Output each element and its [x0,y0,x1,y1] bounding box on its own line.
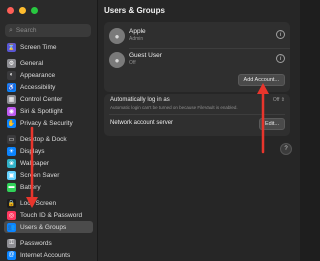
users-card: ● Apple Admin i ● Guest User Off i Add A… [104,22,290,92]
sidebar-item-label: Screen Saver [20,171,60,179]
search-field[interactable]: ⌕ Search [5,24,91,37]
control-center-icon: ▦ [7,94,16,104]
dock-icon: ▭ [7,134,16,144]
sidebar-item-label: Siri & Spotlight [20,107,63,115]
add-account-button[interactable]: Add Account... [237,74,285,86]
sidebar-item-label: Desktop & Dock [20,135,67,143]
page-title: Users & Groups [104,6,165,15]
avatar: ● [109,52,125,68]
auto-login-label: Automatically log in as [110,97,170,103]
fingerprint-icon: ◎ [7,210,16,220]
edit-button[interactable]: Edit... [258,118,285,130]
sidebar-item-label: Appearance [20,71,56,79]
wallpaper-icon: ❀ [7,158,16,168]
sidebar-item-screen-time[interactable]: ⌛ Screen Time [4,41,93,53]
info-icon[interactable]: i [276,54,285,63]
sidebar-item-lock-screen[interactable]: 🔒 Lock Screen [4,197,93,209]
zoom-button[interactable] [31,7,38,14]
user-name: Apple [129,28,146,35]
user-name: Guest User [129,52,162,59]
at-icon: @ [7,250,16,260]
sidebar-item-screen-saver[interactable]: ▣ Screen Saver [4,169,93,181]
sidebar-item-label: General [20,59,44,67]
window-controls [7,7,38,14]
appearance-icon: ◐ [7,70,16,80]
accessibility-icon: ♿ [7,82,16,92]
user-row-guest[interactable]: ● Guest User Off i [104,49,290,71]
user-role: Off [129,60,136,66]
battery-icon: ▬ [7,182,16,192]
chevron-updown-icon: ⇕ [280,97,285,103]
siri-icon: ◉ [7,106,16,116]
sidebar-item-label: Users & Groups [20,223,67,231]
sidebar-item-passwords[interactable]: ⚿ Passwords [4,237,93,249]
key-icon: ⚿ [7,238,16,248]
display-icon: ☀ [7,146,16,156]
search-placeholder: Search [15,27,37,34]
close-button[interactable] [7,7,14,14]
gear-icon: ⚙ [7,58,16,68]
sidebar-item-label: Screen Time [20,43,57,51]
auto-login-note: Automatic login can't be turned on becau… [110,105,238,110]
sidebar-item-internet-accounts[interactable]: @ Internet Accounts [4,249,93,261]
minimize-button[interactable] [19,7,26,14]
sidebar-item-privacy-security[interactable]: ✋ Privacy & Security [4,117,93,129]
divider [109,114,285,115]
sidebar-item-general[interactable]: ⚙ General [4,57,93,69]
sidebar-item-label: Displays [20,147,45,155]
sidebar: ⌕ Search ⌛ Screen Time ⚙ General ◐ Appearance… [0,0,98,261]
sidebar-item-label: Battery [20,183,41,191]
sidebar-item-accessibility[interactable]: ♿ Accessibility [4,81,93,93]
sidebar-item-touch-id-password[interactable]: ◎ Touch ID & Password [4,209,93,221]
login-options-card: Automatically log in as Automatic login … [104,94,290,136]
sidebar-item-siri-spotlight[interactable]: ◉ Siri & Spotlight [4,105,93,117]
sidebar-item-displays[interactable]: ☀ Displays [4,145,93,157]
sidebar-item-label: Lock Screen [20,199,57,207]
help-button[interactable]: ? [280,143,292,155]
sidebar-item-wallpaper[interactable]: ❀ Wallpaper [4,157,93,169]
system-settings-window: ⌕ Search ⌛ Screen Time ⚙ General ◐ Appearance… [0,0,300,261]
network-server-label: Network account server [110,120,174,126]
sidebar-item-label: Privacy & Security [20,119,73,127]
info-icon[interactable]: i [276,30,285,39]
sidebar-item-battery[interactable]: ▬ Battery [4,181,93,193]
users-icon: 👥 [7,222,16,232]
sidebar-item-control-center[interactable]: ▦ Control Center [4,93,93,105]
sidebar-item-label: Passwords [20,239,52,247]
hand-icon: ✋ [7,118,16,128]
main-pane: Users & Groups ● Apple Admin i ● Guest U… [98,0,300,261]
auto-login-select[interactable]: Off ⇕ [273,97,285,103]
sidebar-item-desktop-dock[interactable]: ▭ Desktop & Dock [4,133,93,145]
auto-login-value: Off [272,97,280,103]
avatar: ● [109,28,125,44]
sidebar-item-label: Wallpaper [20,159,50,167]
sidebar-item-users-groups[interactable]: 👥 Users & Groups [4,221,93,233]
lock-icon: 🔒 [7,198,16,208]
sidebar-item-label: Accessibility [20,83,56,91]
user-row-apple[interactable]: ● Apple Admin i [104,25,290,47]
sidebar-item-appearance[interactable]: ◐ Appearance [4,69,93,81]
sidebar-item-label: Touch ID & Password [20,211,83,219]
user-role: Admin [129,36,144,42]
hourglass-icon: ⌛ [7,42,16,52]
search-icon: ⌕ [9,26,13,34]
sidebar-item-label: Internet Accounts [20,251,71,259]
screen-saver-icon: ▣ [7,170,16,180]
sidebar-item-label: Control Center [20,95,63,103]
